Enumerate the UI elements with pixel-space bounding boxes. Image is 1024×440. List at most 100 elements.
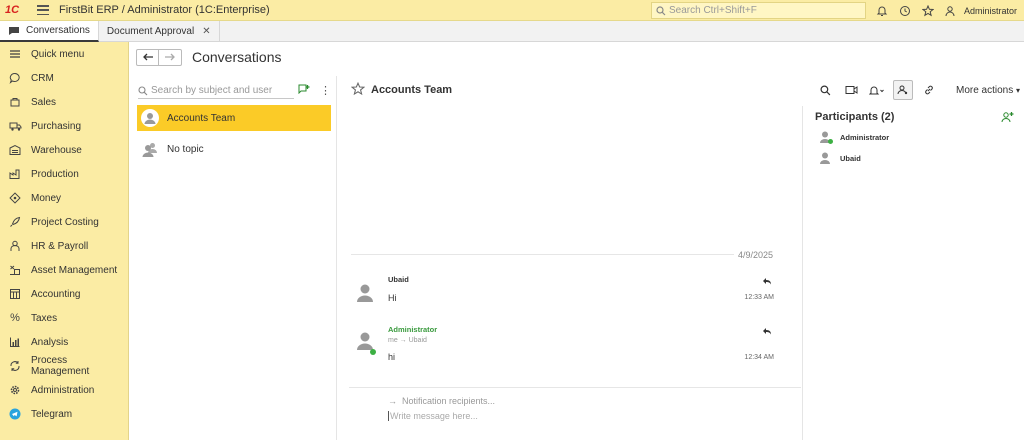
tab-label: Document Approval bbox=[106, 26, 195, 37]
conversation-item-no-topic[interactable]: No topic bbox=[137, 136, 331, 162]
sidebar-item-administration[interactable]: Administration bbox=[0, 378, 128, 402]
forward-arrow-icon[interactable] bbox=[159, 50, 181, 65]
sidebar-item-quick-menu[interactable]: Quick menu bbox=[0, 42, 128, 66]
current-user-name[interactable]: Administrator bbox=[964, 6, 1017, 16]
arrow-right-icon: → bbox=[388, 396, 397, 406]
conversation-title: No topic bbox=[167, 143, 204, 155]
message-text: hi bbox=[388, 352, 396, 362]
search-icon[interactable] bbox=[812, 80, 838, 100]
sidebar-item-label: Analysis bbox=[31, 336, 69, 348]
reply-icon[interactable] bbox=[762, 277, 772, 285]
navigation-buttons bbox=[136, 48, 182, 66]
page-title: Conversations bbox=[192, 49, 282, 65]
link-icon[interactable] bbox=[916, 80, 942, 100]
sidebar-item-label: Asset Management bbox=[31, 264, 118, 276]
sidebar-item-accounting[interactable]: Accounting bbox=[0, 282, 128, 306]
message-recipients: me → Ubaid bbox=[388, 337, 427, 344]
composer-divider bbox=[349, 387, 801, 388]
participant-item[interactable]: Administrator bbox=[819, 129, 889, 145]
tab-conversations[interactable]: Conversations bbox=[0, 21, 99, 42]
app-logo[interactable]: 1C bbox=[5, 4, 29, 16]
message-item: Administrator me → Ubaid hi 12:34 AM bbox=[352, 325, 776, 381]
chat-header: Accounts Team More actions ▾ bbox=[338, 76, 1024, 106]
sidebar-item-money[interactable]: Money bbox=[0, 186, 128, 210]
ledger-icon bbox=[8, 287, 22, 301]
chat-bubble-icon bbox=[9, 26, 19, 35]
bell-icon[interactable] bbox=[870, 0, 893, 21]
online-status-dot bbox=[370, 349, 376, 355]
sidebar-item-analysis[interactable]: Analysis bbox=[0, 330, 128, 354]
message-time: 12:33 AM bbox=[744, 294, 774, 301]
sidebar-item-label: Telegram bbox=[31, 408, 73, 420]
user-avatar-icon bbox=[819, 151, 833, 165]
truck-icon bbox=[8, 119, 22, 133]
open-tabs-bar: Conversations Document Approval ✕ bbox=[0, 21, 1024, 42]
message-author[interactable]: Ubaid bbox=[388, 275, 409, 284]
sidebar-item-crm[interactable]: CRM bbox=[0, 66, 128, 90]
conversation-title: Accounts Team bbox=[167, 112, 236, 124]
user-icon[interactable] bbox=[939, 0, 962, 21]
add-participant-icon[interactable] bbox=[1001, 111, 1014, 123]
global-search-input[interactable]: Search Ctrl+Shift+F bbox=[651, 2, 866, 19]
sidebar-item-project-costing[interactable]: Project Costing bbox=[0, 210, 128, 234]
search-icon bbox=[656, 5, 666, 15]
online-status-dot bbox=[828, 139, 833, 144]
sidebar-item-warehouse[interactable]: Warehouse bbox=[0, 138, 128, 162]
message-input[interactable]: Write message here... bbox=[388, 411, 478, 421]
back-arrow-icon[interactable] bbox=[137, 49, 159, 65]
sidebar-item-label: Quick menu bbox=[31, 48, 85, 60]
app-title: FirstBit ERP / Administrator (1C:Enterpr… bbox=[59, 4, 270, 16]
message-author[interactable]: Administrator bbox=[388, 325, 437, 334]
chart-icon bbox=[8, 335, 22, 349]
sidebar-item-label: Money bbox=[31, 192, 62, 204]
sidebar-item-hr-payroll[interactable]: HR & Payroll bbox=[0, 234, 128, 258]
message-time: 12:34 AM bbox=[744, 354, 774, 361]
reply-icon[interactable] bbox=[762, 327, 772, 335]
message-text: Hi bbox=[388, 293, 397, 303]
chat-bubble-icon bbox=[8, 71, 22, 85]
user-avatar-icon bbox=[819, 130, 833, 144]
participant-item[interactable]: Ubaid bbox=[819, 150, 861, 166]
video-call-icon[interactable] bbox=[838, 80, 864, 100]
sidebar-item-label: Taxes bbox=[31, 312, 58, 324]
tab-document-approval[interactable]: Document Approval ✕ bbox=[99, 21, 220, 42]
sidebar-item-asset-management[interactable]: Asset Management bbox=[0, 258, 128, 282]
notifications-icon[interactable] bbox=[864, 80, 890, 100]
conversation-list-panel: Search by subject and user ⋮ Accounts Te… bbox=[130, 76, 337, 440]
notification-recipients-placeholder: Notification recipients... bbox=[402, 396, 496, 406]
sidebar-item-purchasing[interactable]: Purchasing bbox=[0, 114, 128, 138]
sidebar-item-production[interactable]: Production bbox=[0, 162, 128, 186]
new-conversation-icon[interactable] bbox=[298, 84, 310, 97]
star-icon[interactable] bbox=[916, 0, 939, 21]
close-icon[interactable]: ✕ bbox=[202, 26, 210, 37]
top-bar: 1C FirstBit ERP / Administrator (1C:Ente… bbox=[0, 0, 1024, 21]
warehouse-icon bbox=[8, 143, 22, 157]
sidebar-item-label: Sales bbox=[31, 96, 57, 108]
sidebar-item-label: CRM bbox=[31, 72, 54, 84]
participant-name: Ubaid bbox=[840, 153, 861, 163]
conversation-search-input[interactable]: Search by subject and user bbox=[138, 83, 294, 99]
more-actions-button[interactable]: More actions ▾ bbox=[956, 85, 1020, 96]
group-avatar-icon bbox=[142, 143, 157, 157]
sidebar-item-label: Production bbox=[31, 168, 79, 180]
sidebar-item-process-management[interactable]: Process Management bbox=[0, 354, 128, 378]
more-options-icon[interactable]: ⋮ bbox=[320, 84, 331, 97]
cycle-icon bbox=[8, 359, 22, 373]
factory-icon bbox=[8, 167, 22, 181]
conversation-item-accounts-team[interactable]: Accounts Team bbox=[137, 105, 331, 131]
sidebar-item-taxes[interactable]: % Taxes bbox=[0, 306, 128, 330]
notification-recipients-field[interactable]: → Notification recipients... bbox=[388, 396, 495, 406]
gear-icon bbox=[8, 383, 22, 397]
sidebar-item-telegram[interactable]: Telegram bbox=[0, 402, 128, 426]
more-actions-label: More actions bbox=[956, 84, 1014, 96]
chevron-down-icon: ▾ bbox=[1016, 85, 1021, 95]
sidebar-item-label: Process Management bbox=[30, 355, 90, 377]
hamburger-icon bbox=[8, 47, 22, 61]
main-menu-icon[interactable] bbox=[37, 5, 49, 15]
star-icon[interactable] bbox=[351, 82, 365, 96]
percent-icon: % bbox=[10, 312, 20, 324]
participant-name: Administrator bbox=[840, 132, 890, 142]
participants-toggle-icon[interactable] bbox=[893, 80, 913, 100]
history-icon[interactable] bbox=[893, 0, 916, 21]
sidebar-item-sales[interactable]: Sales bbox=[0, 90, 128, 114]
